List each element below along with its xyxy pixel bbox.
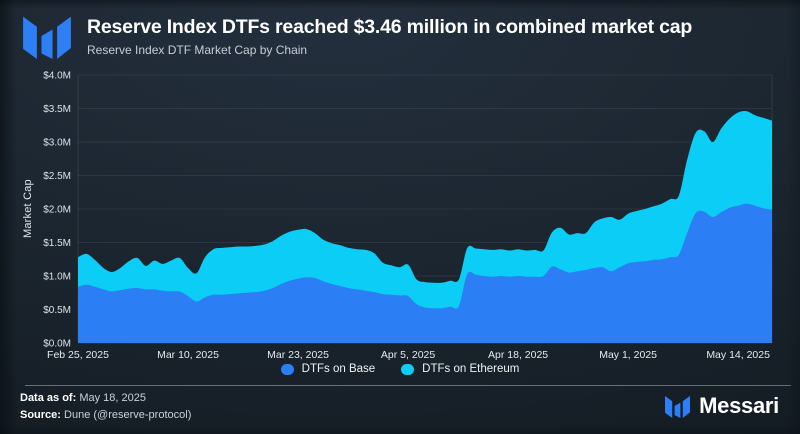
y-tick-label: $3.5M: [43, 104, 71, 115]
header: Reserve Index DTFs reached $3.46 million…: [20, 13, 692, 59]
legend-item-base[interactable]: DTFs on Base: [280, 363, 376, 375]
x-tick-label: Mar 10, 2025: [157, 349, 219, 361]
y-tick-label: $2.0M: [43, 205, 71, 216]
data-as-of-value: May 18, 2025: [79, 392, 146, 404]
footer-brand: Messari: [664, 393, 779, 419]
y-axis-title: Market Cap: [22, 179, 34, 239]
source-value: Dune (@reserve-protocol): [64, 409, 192, 421]
y-tick-label: $1.5M: [43, 238, 71, 249]
page-title: Reserve Index DTFs reached $3.46 million…: [87, 16, 693, 38]
messari-footer-logo-icon: [665, 395, 691, 418]
y-tick-label: $2.5M: [43, 171, 71, 182]
legend-item-ethereum[interactable]: DTFs on Ethereum: [401, 363, 519, 375]
y-tick-label: $4.0M: [43, 71, 71, 82]
data-as-of-label: Data as of:: [20, 392, 77, 404]
y-tick-label: $0.5M: [43, 305, 71, 316]
chart-card: $0.0M $0.5M $1.0M $1.5M $2.0M $2.5M $3.0M $3.5M…: [0, 0, 800, 434]
title-block: Reserve Index DTFs reached $3.46 million…: [87, 13, 692, 57]
x-tick-label: Mar 23, 2025: [267, 349, 329, 361]
x-tick-label: Apr 18, 2025: [488, 349, 548, 361]
source-line: Source: Dune (@reserve-protocol): [20, 407, 191, 424]
y-tick-label: $3.0M: [43, 138, 71, 149]
y-tick-label: $0.0M: [43, 339, 71, 350]
data-as-of-line: Data as of: May 18, 2025: [20, 390, 191, 407]
x-tick-label: Apr 5, 2025: [381, 349, 435, 361]
x-tick-label: Feb 25, 2025: [47, 349, 109, 361]
messari-wordmark: Messari: [699, 393, 779, 418]
x-tick-label: May 14, 2025: [706, 349, 770, 361]
ethereum-legend-dot-icon: [401, 363, 415, 375]
legend: DTFs on Base DTFs on Ethereum: [0, 363, 800, 375]
chart-subtitle: Reserve Index DTF Market Cap by Chain: [87, 43, 308, 58]
legend-label-ethereum: DTFs on Ethereum: [422, 363, 520, 375]
base-legend-dot-icon: [280, 363, 294, 375]
y-tick-label: $1.0M: [43, 272, 71, 283]
x-tick-label: May 1, 2025: [599, 349, 657, 361]
footer-meta: Data as of: May 18, 2025 Source: Dune (@…: [20, 390, 191, 424]
legend-label-base: DTFs on Base: [301, 363, 376, 375]
footer-divider: [25, 385, 791, 386]
source-label: Source:: [20, 409, 61, 421]
messari-logo-icon: [23, 16, 71, 59]
